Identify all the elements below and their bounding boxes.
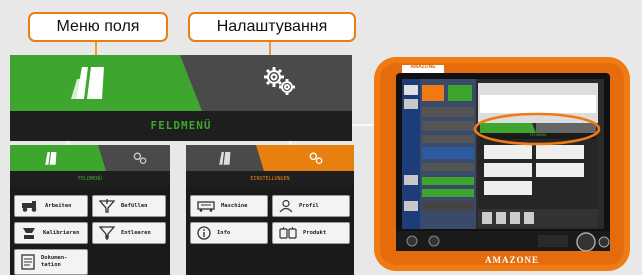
button-label: Profil	[299, 203, 319, 209]
terminal-device: AMAZONE AMAZONE FELDMENÜ	[372, 55, 632, 273]
button-info[interactable]: Info	[190, 222, 268, 244]
field-tab-icon[interactable]	[68, 63, 108, 101]
button-label: Kalibrieren	[43, 230, 80, 236]
button-label: Dokumen- tation	[41, 255, 68, 268]
button-label: Produkt	[303, 230, 327, 236]
field-menu-panel: FELDMENÜ Arbeiten Befüllen Kalibrieren E…	[10, 145, 170, 275]
machine-icon	[197, 201, 215, 212]
funnel-empty-icon	[99, 226, 115, 240]
user-icon	[279, 199, 293, 213]
settings-menu-gears-icon[interactable]	[308, 151, 324, 166]
document-icon	[21, 254, 35, 270]
gears-icon[interactable]	[262, 65, 298, 99]
button-dokumentation[interactable]: Dokumen- tation	[14, 249, 88, 275]
button-profil[interactable]: Profil	[272, 195, 350, 217]
field-menu-gears-icon[interactable]	[132, 151, 148, 166]
button-label: Arbeiten	[45, 203, 72, 209]
callout-settings: Налаштування	[188, 12, 356, 42]
button-befuellen[interactable]: Befüllen	[92, 195, 166, 217]
funnel-fill-icon	[99, 199, 115, 213]
callout-settings-label: Налаштування	[216, 18, 328, 35]
field-menu-title: FELDMENÜ	[77, 176, 103, 182]
callout-field-menu-label: Меню поля	[56, 18, 140, 35]
button-maschine[interactable]: Maschine	[190, 195, 268, 217]
button-label: Info	[217, 230, 231, 236]
scale-icon	[23, 228, 35, 239]
terminal-body	[374, 57, 630, 271]
main-panel: FELDMENÜ	[10, 55, 352, 141]
settings-menu-title: EINSTELLUNGEN	[250, 176, 290, 182]
main-panel-title: FELDMENÜ	[150, 119, 212, 132]
settings-menu-panel: EINSTELLUNGEN Maschine Profil Info Produ…	[186, 145, 354, 275]
settings-menu-field-icon[interactable]	[216, 150, 232, 166]
button-label: Entleeren	[121, 230, 151, 236]
button-label: Befüllen	[121, 203, 148, 209]
terminal-screen-tabs-label: FELDMENÜ	[529, 133, 547, 137]
info-icon	[197, 226, 211, 240]
tractor-icon	[22, 201, 37, 212]
button-label: Maschine	[221, 203, 248, 209]
callout-field-menu: Меню поля	[28, 12, 168, 42]
button-arbeiten[interactable]: Arbeiten	[14, 195, 88, 217]
settings-menu-tabbar	[186, 145, 354, 171]
terminal-brand-bottom: AMAZONE	[485, 255, 539, 265]
product-icon	[279, 227, 297, 239]
button-produkt[interactable]: Produkt	[272, 222, 350, 244]
terminal-brand-top: AMAZONE	[410, 64, 436, 70]
button-kalibrieren[interactable]: Kalibrieren	[14, 222, 88, 244]
field-menu-field-icon[interactable]	[42, 150, 58, 166]
button-entleeren[interactable]: Entleeren	[92, 222, 166, 244]
